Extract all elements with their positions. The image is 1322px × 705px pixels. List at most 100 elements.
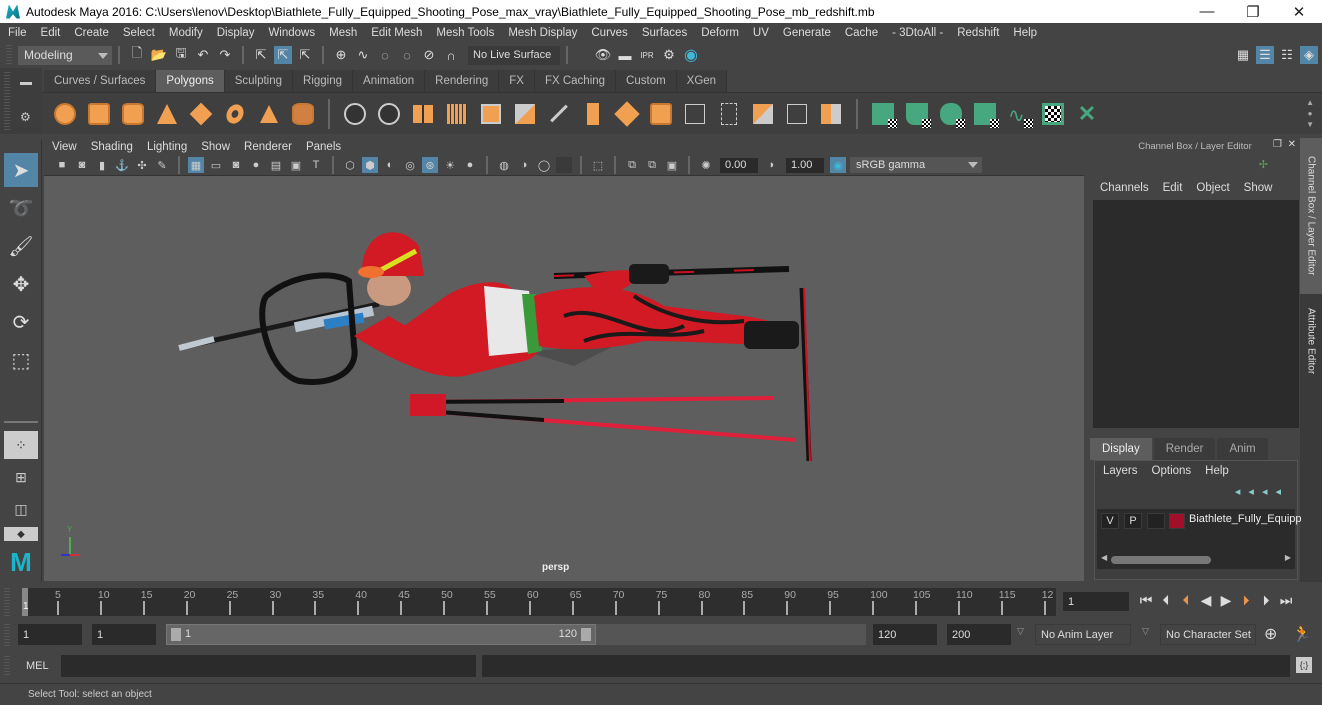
menu-surfaces[interactable]: Surfaces (642, 27, 687, 39)
exposure-icon[interactable]: ✺ (698, 157, 714, 173)
rotate-tool-icon[interactable]: ⟳ (4, 305, 38, 339)
exposure-field[interactable]: 0.00 (720, 157, 758, 173)
poly-cylinder-icon[interactable] (119, 100, 147, 128)
menu-mesh-display[interactable]: Mesh Display (508, 27, 577, 39)
layer-color-swatch[interactable] (1169, 513, 1185, 529)
xray-active-components-icon[interactable]: ⧉ (644, 157, 660, 173)
menu-mesh[interactable]: Mesh (329, 27, 357, 39)
step-back-key-icon[interactable]: ⏴ (1156, 592, 1176, 609)
undo-icon[interactable]: ↶ (194, 46, 212, 64)
layer-tab-render[interactable]: Render (1153, 438, 1216, 460)
menu-help[interactable]: Help (1013, 27, 1037, 39)
ambient-occlusion-icon[interactable]: ◍ (496, 157, 512, 173)
range-end-grip[interactable] (581, 628, 591, 641)
unfold-uv-icon[interactable]: ∿ (1005, 100, 1033, 128)
open-scene-icon[interactable]: 📂 (150, 46, 168, 64)
panel-menu-shading[interactable]: Shading (91, 141, 133, 153)
shelf-tab-sculpting[interactable]: Sculpting (224, 70, 294, 92)
range-bar-grip[interactable] (4, 624, 10, 646)
auto-key-icon[interactable]: ⊕ (1264, 624, 1277, 644)
panel-menu-lighting[interactable]: Lighting (147, 141, 187, 153)
append-icon[interactable] (783, 100, 811, 128)
multi-cut-icon[interactable] (647, 100, 675, 128)
smooth-shade-icon[interactable]: ⬢ (362, 157, 378, 173)
range-slider-track[interactable]: 1 120 (166, 624, 866, 645)
color-management-icon[interactable]: ◉ (830, 157, 846, 173)
field-chart-icon[interactable]: ▤ (268, 157, 284, 173)
layer-menu-help[interactable]: Help (1205, 465, 1229, 477)
shelf-grip[interactable] (4, 72, 10, 132)
command-line-grip[interactable] (4, 656, 10, 676)
cb-menu-object[interactable]: Object (1196, 182, 1229, 194)
single-view-layout-icon[interactable]: ⁘ (4, 431, 38, 459)
snap-grid-icon[interactable]: ⊕ (332, 46, 350, 64)
motion-blur-icon[interactable]: ◑ (516, 157, 532, 173)
animation-end-field[interactable]: 200 (947, 624, 1011, 645)
menu-edit-mesh[interactable]: Edit Mesh (371, 27, 422, 39)
poly-plane-icon[interactable] (187, 100, 215, 128)
target-weld-icon[interactable] (681, 100, 709, 128)
command-language-toggle[interactable]: MEL (26, 660, 49, 672)
panel-menu-show[interactable]: Show (201, 141, 230, 153)
poly-cone-icon[interactable] (153, 100, 181, 128)
menu-select[interactable]: Select (123, 27, 155, 39)
select-component-icon[interactable]: ⇱ (296, 46, 314, 64)
new-layer-from-selected-icon[interactable]: ◂ (1275, 486, 1289, 498)
uv-editor-icon[interactable] (1039, 100, 1067, 128)
camera-attributes-icon[interactable]: ◙ (74, 157, 90, 173)
connect-icon[interactable] (715, 100, 743, 128)
gate-mask-icon[interactable]: ● (248, 157, 264, 173)
channel-box-body[interactable] (1093, 200, 1299, 428)
minimize-button[interactable]: — (1184, 3, 1230, 20)
shelf-tab-curves-surfaces[interactable]: Curves / Surfaces (44, 70, 157, 92)
step-forward-key-icon[interactable]: ⏵ (1256, 592, 1276, 609)
menu-curves[interactable]: Curves (591, 27, 627, 39)
spherical-uv-icon[interactable] (937, 100, 965, 128)
image-plane-icon[interactable]: ⚓ (114, 157, 130, 173)
menu-deform[interactable]: Deform (701, 27, 739, 39)
shelf-tab-fx[interactable]: FX (499, 70, 535, 92)
grease-pencil-icon[interactable]: ✎ (154, 157, 170, 173)
menu-windows[interactable]: Windows (268, 27, 315, 39)
close-panel-icon[interactable]: ✕ (1288, 139, 1296, 150)
tab-attribute-editor[interactable]: Attribute Editor (1300, 296, 1322, 386)
wireframe-on-shaded-icon[interactable]: ◐ (382, 157, 398, 173)
range-slider-handle[interactable]: 1 120 (166, 624, 596, 645)
shelf-tab-custom[interactable]: Custom (616, 70, 677, 92)
layer-menu-layers[interactable]: Layers (1103, 465, 1138, 477)
snap-curve-icon[interactable]: ∿ (354, 46, 372, 64)
modeling-toolkit-icon[interactable]: ▦ (1234, 46, 1252, 64)
gamma-field[interactable]: 1.00 (786, 157, 824, 173)
bridge-icon[interactable] (579, 100, 607, 128)
animation-preferences-icon[interactable]: 🏃 (1292, 624, 1312, 644)
playback-end-field[interactable]: 120 (873, 624, 937, 645)
insert-edge-loop-icon[interactable] (749, 100, 777, 128)
panel-menu-view[interactable]: View (52, 141, 77, 153)
textured-icon[interactable]: ⊛ (422, 157, 438, 173)
menu-file[interactable]: File (8, 27, 27, 39)
layer-tab-display[interactable]: Display (1090, 438, 1152, 460)
menu-generate[interactable]: Generate (783, 27, 831, 39)
view-transform-dropdown[interactable]: sRGB gamma (850, 157, 982, 173)
animation-start-field[interactable]: 1 (18, 624, 82, 645)
paint-select-tool-icon[interactable]: 🖌 (4, 229, 38, 263)
menu-edit[interactable]: Edit (41, 27, 61, 39)
depth-of-field-icon[interactable] (556, 157, 572, 173)
anim-layer-dropdown[interactable]: No Anim Layer (1035, 624, 1131, 645)
shelf-tab-fx-caching[interactable]: FX Caching (534, 70, 617, 92)
time-ruler[interactable]: 1 5 10 15 20 25 30 35 40 45 50 55 60 65 70 75 80 85 90 95 1… (22, 588, 1056, 616)
go-to-start-icon[interactable]: ⏮ (1136, 592, 1156, 609)
2d-pan-zoom-icon[interactable]: ✣ (134, 157, 150, 173)
shadows-icon[interactable]: ● (462, 157, 478, 173)
snap-live-icon[interactable]: ⊘ (420, 46, 438, 64)
render-settings-icon[interactable]: ⚙ (660, 46, 678, 64)
layer-tab-anim[interactable]: Anim (1217, 438, 1268, 460)
menu-redshift[interactable]: Redshift (957, 27, 999, 39)
shelf-settings-gear-icon[interactable]: ⚙ (20, 110, 31, 124)
snap-point-icon[interactable]: ◌ (376, 46, 394, 64)
render-view-icon[interactable]: 👁 (594, 46, 612, 64)
shelf-tab-rendering[interactable]: Rendering (425, 70, 500, 92)
status-line-grip[interactable] (6, 45, 12, 65)
grid-toggle-icon[interactable]: ▦ (188, 157, 204, 173)
panel-menu-panels[interactable]: Panels (306, 141, 341, 153)
